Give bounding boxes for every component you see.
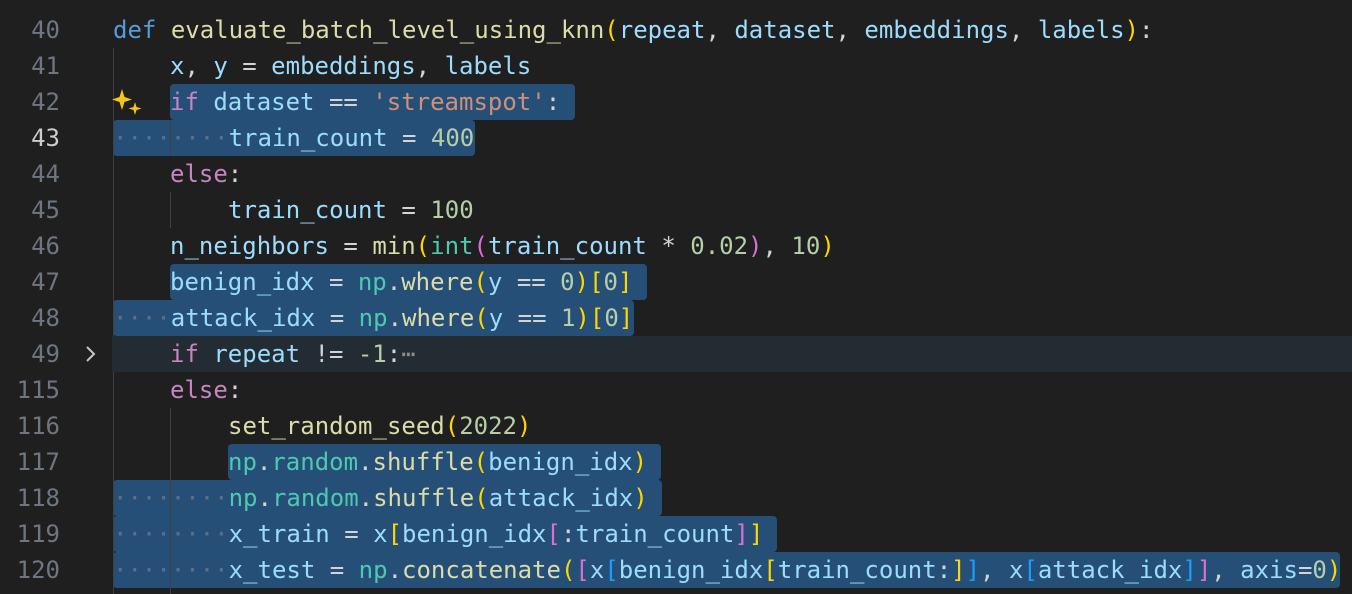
code-line[interactable]: 41 x, y = embeddings, labels <box>0 48 1352 84</box>
line-number: 48 <box>31 304 60 332</box>
whitespace-dots: ········ <box>113 484 229 512</box>
whitespace-dots: ···· <box>113 304 171 332</box>
code-line-folded[interactable]: 49 if repeat != -1:⋯ <box>0 336 1352 372</box>
code-text[interactable]: if repeat != -1:⋯ <box>170 340 416 368</box>
line-number: 42 <box>31 88 60 116</box>
code-line[interactable]: 115 else: <box>0 372 1352 408</box>
line-number: 49 <box>31 340 60 368</box>
line-number: 116 <box>16 412 60 440</box>
whitespace-dots: ········ <box>113 124 229 152</box>
sparkle-icon[interactable] <box>112 86 144 118</box>
whitespace-dots: ········ <box>113 556 229 584</box>
code-text[interactable]: x, y = embeddings, labels <box>170 52 531 80</box>
code-line[interactable]: 118 ········np.random.shuffle(attack_idx… <box>0 480 1352 516</box>
folded-ellipsis[interactable]: ⋯ <box>401 340 415 368</box>
code-text[interactable]: set_random_seed(2022) <box>228 412 531 440</box>
code-line[interactable]: 116 set_random_seed(2022) <box>0 408 1352 444</box>
code-text[interactable]: benign_idx = np.where(y == 0)[0] <box>170 268 632 296</box>
code-line[interactable]: 45 train_count = 100 <box>0 192 1352 228</box>
line-number: 47 <box>31 268 60 296</box>
code-line[interactable]: 119 ········x_train = x[benign_idx[:trai… <box>0 516 1352 552</box>
line-number: 40 <box>31 16 60 44</box>
code-text[interactable]: ········train_count = 400 <box>113 124 474 152</box>
line-number: 120 <box>16 556 60 584</box>
code-line[interactable]: 40 def evaluate_batch_level_using_knn(re… <box>0 12 1352 48</box>
code-text[interactable]: np.random.shuffle(benign_idx) <box>228 448 647 476</box>
code-line[interactable]: 117 np.random.shuffle(benign_idx) <box>0 444 1352 480</box>
chevron-right-icon[interactable] <box>82 342 100 366</box>
line-number: 118 <box>16 484 60 512</box>
code-text[interactable]: n_neighbors = min(int(train_count * 0.02… <box>170 232 835 260</box>
code-line[interactable]: 43 ········train_count = 400 <box>0 120 1352 156</box>
code-line[interactable]: 44 else: <box>0 156 1352 192</box>
code-text[interactable]: ········x_train = x[benign_idx[:train_co… <box>113 520 763 548</box>
code-line[interactable]: 42 if dataset == 'streamspot': <box>0 84 1352 120</box>
line-number: 115 <box>16 376 60 404</box>
code-line[interactable]: 46 n_neighbors = min(int(train_count * 0… <box>0 228 1352 264</box>
code-editor[interactable]: 40 def evaluate_batch_level_using_knn(re… <box>0 0 1352 594</box>
code-text[interactable]: train_count = 100 <box>228 196 474 224</box>
line-number: 117 <box>16 448 60 476</box>
line-number: 41 <box>31 52 60 80</box>
line-number-active: 43 <box>31 124 60 152</box>
code-line[interactable]: 120 ········x_test = np.concatenate([x[b… <box>0 552 1352 588</box>
code-line[interactable]: 48 ····attack_idx = np.where(y == 1)[0] <box>0 300 1352 336</box>
code-line[interactable]: 47 benign_idx = np.where(y == 0)[0] <box>0 264 1352 300</box>
code-text[interactable]: def evaluate_batch_level_using_knn(repea… <box>113 16 1153 44</box>
line-number: 119 <box>16 520 60 548</box>
code-text[interactable]: ········np.random.shuffle(attack_idx) <box>113 484 648 512</box>
line-number: 44 <box>31 160 60 188</box>
line-number: 45 <box>31 196 60 224</box>
line-number: 46 <box>31 232 60 260</box>
code-text[interactable]: else: <box>170 160 242 188</box>
code-text[interactable]: ········x_test = np.concatenate([x[benig… <box>113 556 1341 584</box>
code-text[interactable]: else: <box>170 376 242 404</box>
whitespace-dots: ········ <box>113 520 229 548</box>
code-text[interactable]: if dataset == 'streamspot': <box>170 88 560 116</box>
code-text[interactable]: ····attack_idx = np.where(y == 1)[0] <box>113 304 633 332</box>
